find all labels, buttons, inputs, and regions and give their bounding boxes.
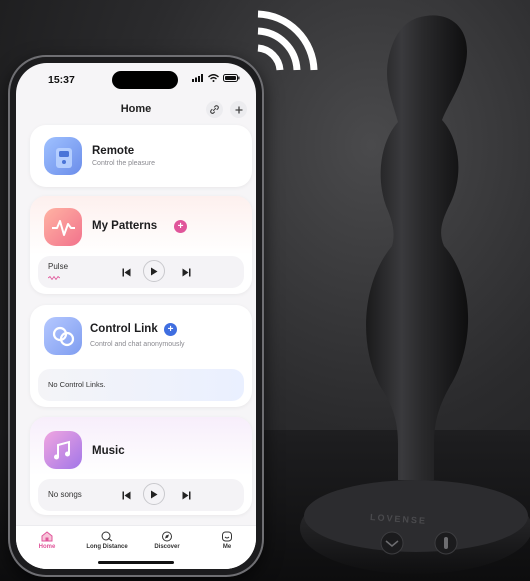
music-title: Music <box>92 445 125 457</box>
long-distance-icon <box>101 531 113 542</box>
home-icon <box>41 531 53 542</box>
patterns-player: Pulse <box>38 256 244 288</box>
plus-icon <box>235 106 242 113</box>
tab-discover[interactable]: Discover <box>138 531 196 550</box>
discover-icon <box>162 531 172 542</box>
status-bar: 15:37 <box>16 63 256 99</box>
power-icon <box>444 537 448 549</box>
control-link-title: Control Link <box>90 323 158 335</box>
music-player: No songs <box>38 479 244 511</box>
remote-subtitle: Control the pleasure <box>92 160 156 167</box>
tab-discover-label: Discover <box>154 544 180 550</box>
patterns-icon <box>44 208 82 246</box>
tab-long-distance-label: Long Distance <box>86 544 128 550</box>
tab-home[interactable]: Home <box>18 531 76 550</box>
tab-long-distance[interactable]: Long Distance <box>78 531 136 550</box>
skip-next-icon <box>182 491 190 499</box>
music-previous-button[interactable] <box>118 487 134 503</box>
tab-home-label: Home <box>38 544 56 550</box>
home-indicator <box>98 561 174 564</box>
toy-button-left <box>380 531 404 555</box>
add-pattern-button[interactable]: + <box>174 220 187 233</box>
tab-me[interactable]: Me <box>198 531 256 550</box>
profile-icon <box>222 531 232 542</box>
remote-icon <box>44 137 82 175</box>
pattern-name: Pulse <box>48 262 69 271</box>
battery-icon <box>223 74 240 82</box>
skip-previous-icon <box>122 268 130 276</box>
control-link-card[interactable]: Control Link + Control and chat anonymou… <box>30 305 252 407</box>
control-link-icon <box>44 317 82 355</box>
add-button[interactable] <box>230 101 247 118</box>
link-button[interactable] <box>206 101 223 118</box>
music-card[interactable]: Music No songs <box>30 417 252 515</box>
remote-card[interactable]: Remote Control the pleasure <box>30 125 252 187</box>
remote-title: Remote <box>92 145 135 157</box>
status-time: 15:37 <box>48 74 75 86</box>
previous-button[interactable] <box>118 264 134 280</box>
control-link-subtitle: Control and chat anonymously <box>90 341 185 348</box>
dynamic-island <box>112 71 178 89</box>
patterns-card[interactable]: My Patterns + Pulse <box>30 196 252 294</box>
cellular-signal-icon <box>192 74 203 82</box>
play-button[interactable] <box>143 260 165 282</box>
app-header: Home <box>16 97 256 123</box>
app-screen: 15:37 Home Remote Control the pleasure M… <box>16 63 256 569</box>
product-device <box>300 15 530 574</box>
skip-previous-icon <box>122 491 130 499</box>
next-button[interactable] <box>178 264 194 280</box>
music-icon <box>44 431 82 469</box>
toy-body <box>366 15 469 481</box>
music-track: No songs <box>48 490 82 499</box>
music-next-button[interactable] <box>178 487 194 503</box>
tab-me-label: Me <box>222 544 232 550</box>
control-link-empty-text: No Control Links. <box>48 380 106 389</box>
add-control-link-button[interactable]: + <box>164 323 177 336</box>
control-link-list: No Control Links. <box>38 369 244 401</box>
smartphone: 15:37 Home Remote Control the pleasure M… <box>8 55 264 577</box>
music-play-button[interactable] <box>143 483 165 505</box>
link-icon <box>210 105 219 114</box>
pulse-wave-icon <box>48 276 60 280</box>
skip-next-icon <box>182 268 190 276</box>
wifi-status-icon <box>208 74 219 82</box>
play-icon <box>151 267 158 275</box>
patterns-title: My Patterns <box>92 220 158 232</box>
play-icon <box>151 490 158 498</box>
